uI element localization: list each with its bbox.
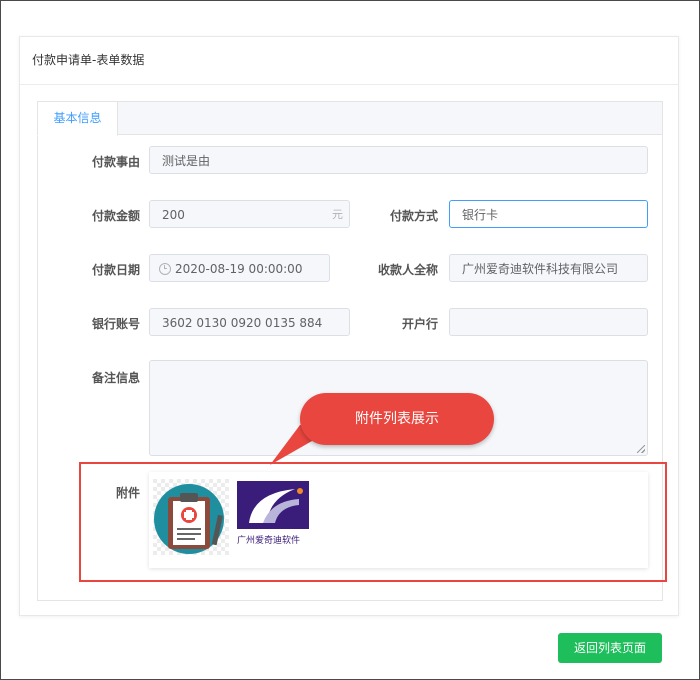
method-label: 付款方式 xyxy=(389,209,438,223)
currency-unit: 元 xyxy=(332,208,343,221)
payee-value: 广州爱奇迪软件科技有限公司 xyxy=(462,262,619,276)
account-label: 银行账号 xyxy=(91,317,140,331)
card-title: 付款申请单-表单数据 xyxy=(20,37,678,85)
method-input[interactable]: 银行卡 xyxy=(449,200,648,228)
annotation-callout: 附件列表展示 xyxy=(300,393,494,445)
remark-label: 备注信息 xyxy=(91,371,140,385)
reason-label: 付款事由 xyxy=(91,155,140,169)
bank-input[interactable] xyxy=(449,308,648,336)
tab-basic-info[interactable]: 基本信息 xyxy=(37,101,118,136)
amount-label: 付款金额 xyxy=(91,209,140,223)
annotation-highlight-box xyxy=(79,462,667,582)
reason-input[interactable]: 测试是由 xyxy=(149,146,648,174)
account-value: 3602 0130 0920 0135 884 xyxy=(162,316,323,330)
resize-grip-icon[interactable] xyxy=(637,445,645,453)
method-value: 银行卡 xyxy=(462,208,499,222)
date-value: 2020-08-19 00:00:00 xyxy=(175,262,303,276)
account-input[interactable]: 3602 0130 0920 0135 884 xyxy=(149,308,350,336)
amount-input[interactable]: 200 元 xyxy=(149,200,350,228)
clock-icon xyxy=(159,263,171,275)
amount-value: 200 xyxy=(162,208,185,222)
date-input[interactable]: 2020-08-19 00:00:00 xyxy=(149,254,330,282)
tab-bar: 基本信息 xyxy=(37,101,662,136)
bank-label: 开户行 xyxy=(401,317,438,331)
date-label: 付款日期 xyxy=(91,263,140,277)
back-to-list-button[interactable]: 返回列表页面 xyxy=(558,633,662,663)
payee-label: 收款人全称 xyxy=(377,263,438,277)
payee-input[interactable]: 广州爱奇迪软件科技有限公司 xyxy=(449,254,648,282)
reason-value: 测试是由 xyxy=(162,154,211,168)
